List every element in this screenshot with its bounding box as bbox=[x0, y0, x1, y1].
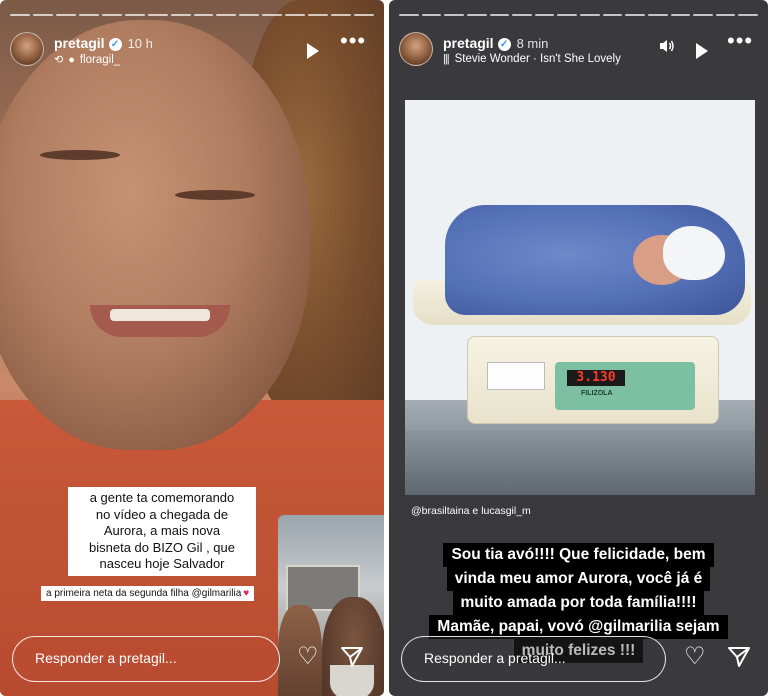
scale-display: 3.130 bbox=[567, 370, 625, 386]
username[interactable]: pretagil bbox=[443, 35, 494, 51]
avatar[interactable] bbox=[399, 32, 433, 66]
sub-caption-text[interactable]: a primeira neta da segunda filha @gilmar… bbox=[46, 588, 241, 599]
avatar[interactable] bbox=[10, 32, 44, 66]
more-icon[interactable]: ••• bbox=[727, 30, 753, 52]
username-row[interactable]: pretagil ✓ 8 min bbox=[443, 35, 548, 51]
caption-line: no vídeo a chegada de bbox=[95, 506, 229, 522]
table-base bbox=[405, 430, 755, 495]
sub-caption[interactable]: a primeira neta da segunda filha @gilmar… bbox=[41, 586, 255, 601]
reply-input[interactable]: Responder a pretagil... bbox=[12, 636, 280, 682]
inset-video bbox=[278, 515, 384, 696]
repost-avatar-icon: ● bbox=[68, 54, 75, 66]
story-right[interactable]: pretagil ✓ 8 min ||| Stevie Wonder · Isn't … bbox=[389, 0, 768, 696]
song-title[interactable]: Stevie Wonder · Isn't She Lovely bbox=[455, 53, 621, 65]
send-icon[interactable] bbox=[727, 645, 751, 669]
play-icon[interactable] bbox=[696, 43, 708, 59]
progress-bar bbox=[399, 14, 758, 16]
scale-brand: FILIZOLA bbox=[581, 390, 613, 397]
caption-line: Sou tia avó!!!! Que felicidade, bem bbox=[443, 543, 714, 567]
mention-credit[interactable]: @brasiltaina e lucasgil_m bbox=[411, 505, 531, 517]
heart-icon[interactable]: ♡ bbox=[684, 644, 706, 670]
post-time: 8 min bbox=[516, 36, 549, 51]
repost-icon: ⟲ bbox=[54, 54, 64, 66]
heart-icon[interactable]: ♡ bbox=[297, 644, 319, 670]
progress-bar bbox=[10, 14, 374, 16]
photo-face bbox=[0, 20, 310, 450]
story-header: pretagil ✓ 10 h ⟲ ● floragil_ ••• bbox=[10, 30, 374, 72]
caption-line: muito amada por toda família!!!! bbox=[452, 591, 705, 615]
volume-icon[interactable] bbox=[659, 38, 675, 54]
verified-badge-icon: ✓ bbox=[108, 38, 122, 51]
story-left[interactable]: pretagil ✓ 10 h ⟲ ● floragil_ ••• a gente ta… bbox=[0, 0, 384, 696]
photo-teeth bbox=[110, 309, 210, 321]
username-row[interactable]: pretagil ✓ 10 h bbox=[54, 35, 153, 51]
inset-beard bbox=[330, 665, 374, 696]
caption-line: nasceu hoje Salvador bbox=[99, 556, 225, 571]
scale-label bbox=[487, 362, 545, 390]
photo-eye-left bbox=[40, 150, 120, 160]
reply-placeholder: Responder a pretagil... bbox=[35, 650, 177, 666]
baby-photo: 3.130 FILIZOLA bbox=[405, 100, 755, 495]
caption-line: vinda meu amor Aurora, você já é bbox=[446, 567, 711, 591]
send-icon[interactable] bbox=[340, 645, 364, 669]
music-line[interactable]: ||| Stevie Wonder · Isn't She Lovely bbox=[443, 53, 621, 65]
caption-line: Aurora, a mais nova bbox=[103, 523, 221, 538]
repost-line[interactable]: ⟲ ● floragil_ bbox=[54, 53, 120, 66]
repost-username[interactable]: floragil_ bbox=[80, 54, 120, 66]
red-heart-icon: ♥ bbox=[243, 588, 250, 599]
story-header: pretagil ✓ 8 min ||| Stevie Wonder · Isn't … bbox=[399, 30, 758, 72]
caption-box: a gente ta comemorando no vídeo a chegad… bbox=[68, 487, 256, 576]
reply-input[interactable]: Responder a pretagil... bbox=[401, 636, 666, 682]
caption-line: a gente ta comemorando bbox=[89, 490, 235, 505]
more-icon[interactable]: ••• bbox=[340, 30, 366, 52]
photo-eye-right bbox=[175, 190, 255, 200]
caption-line: bisneta do BIZO Gil , que bbox=[89, 539, 235, 555]
username[interactable]: pretagil bbox=[54, 35, 105, 51]
reply-placeholder: Responder a pretagil... bbox=[424, 650, 566, 666]
verified-badge-icon: ✓ bbox=[497, 38, 511, 51]
post-time: 10 h bbox=[127, 36, 153, 51]
music-bars-icon: ||| bbox=[443, 53, 450, 65]
play-icon[interactable] bbox=[307, 43, 319, 59]
